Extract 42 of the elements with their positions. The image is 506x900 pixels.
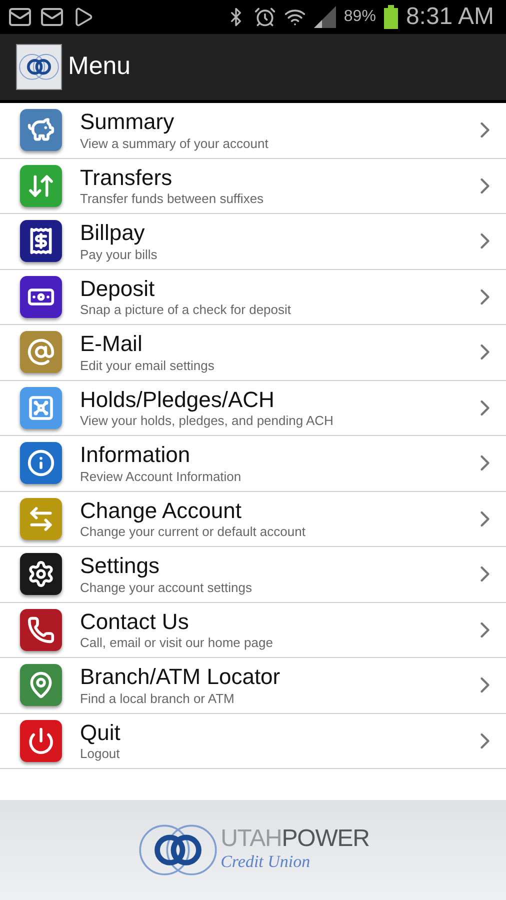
menu-item-subtitle: Call, email or visit our home page (80, 635, 274, 652)
menu-item[interactable]: E-Mail Edit your email settings (0, 325, 506, 380)
logo-word: POWER (282, 827, 370, 852)
menu-item-subtitle: View your holds, pledges, and pending ACH (80, 413, 334, 430)
menu-item-subtitle: Review Account Information (80, 468, 242, 486)
menu-item-title: Transfers (80, 164, 174, 192)
menu-item-title: Branch/ATM Locator (80, 663, 282, 691)
logo-word: UTAH (220, 827, 282, 852)
menu-item-subtitle: Snap a picture of a check for deposit (80, 302, 292, 319)
menu-item[interactable]: Contact Us Call, email or visit our home page (0, 602, 506, 658)
menu-item-subtitle: Change your account settings (80, 580, 253, 596)
menu-item-subtitle: Find a local branch or ATM (80, 690, 236, 708)
menu-item-title: Quit (80, 718, 122, 746)
menu-item[interactable]: Change Account Change your current or default account (0, 492, 506, 547)
menu-item[interactable]: Settings Change your account settings (0, 547, 506, 602)
battery-percentage: 89% (344, 7, 376, 27)
menu-item[interactable]: Summary View a summary of your account (0, 103, 506, 158)
menu-item-title: Deposit (80, 274, 156, 302)
menu-item-subtitle: Change your current or default account (80, 524, 306, 541)
screen-title: Menu (68, 51, 131, 82)
menu-item[interactable]: Deposit Snap a picture of a check for deposit (0, 270, 506, 325)
logo-tagline: Credit Union (220, 851, 312, 873)
menu-item-title: Holds/Pledges/ACH (80, 386, 276, 414)
clock-time: 8:31 AM (406, 2, 494, 32)
menu-item-title: Change Account (80, 496, 242, 524)
menu-item-title: Summary (80, 108, 176, 136)
menu-item-subtitle: View a summary of your account (80, 136, 270, 152)
menu-item[interactable]: Billpay Pay your bills (0, 214, 506, 270)
menu-item-subtitle: Transfer funds between suffixes (80, 191, 265, 208)
menu-item[interactable]: Information Review Account Information (0, 436, 506, 492)
menu-item-title: Settings (80, 552, 160, 580)
menu-item-subtitle: Edit your email settings (80, 358, 216, 374)
menu-item-title: Billpay (80, 219, 146, 247)
menu-item[interactable]: Quit Logout (0, 714, 506, 769)
menu-item-title: E-Mail (80, 330, 144, 358)
menu-item-title: Information (80, 441, 192, 469)
menu-item-subtitle: Pay your bills (80, 246, 158, 264)
menu-item-subtitle: Logout (80, 746, 121, 763)
menu-item-title: Contact Us (80, 608, 190, 636)
menu-item[interactable]: Branch/ATM Locator Find a local branch or ATM (0, 658, 506, 714)
menu-item[interactable]: Holds/Pledges/ACH View your holds, pledges, and pending ACH (0, 380, 506, 436)
menu-item[interactable]: Transfers Transfer funds between suffixes (0, 158, 506, 214)
